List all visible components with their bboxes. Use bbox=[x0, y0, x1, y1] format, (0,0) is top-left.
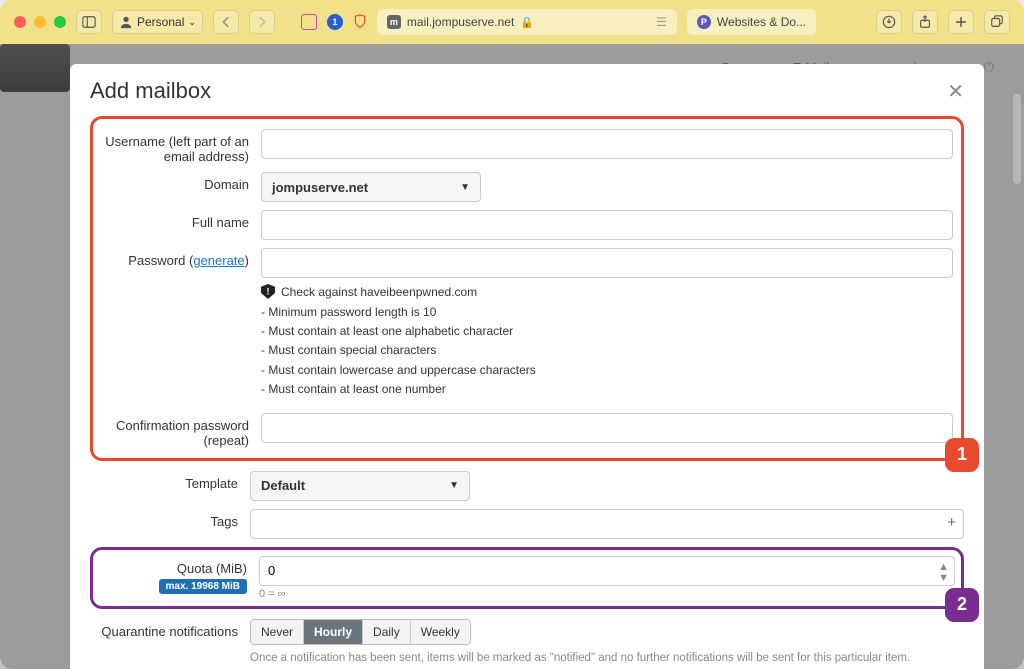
bookmark-favicon: P bbox=[697, 15, 711, 29]
tabs-button[interactable] bbox=[984, 10, 1010, 34]
reader-icon[interactable]: ☰ bbox=[656, 15, 667, 29]
hibp-hint: Check against haveibeenpwned.com bbox=[281, 285, 477, 299]
page-content: System E-Mail apps jompuserve ⏻ Add mail… bbox=[0, 44, 1024, 669]
template-select[interactable]: Default ▼ bbox=[250, 471, 470, 501]
annotation-callout-2: Quota (MiB) max. 19968 MiB ▲▼ 0 = ∞ 2 bbox=[90, 547, 964, 609]
annotation-callout-1: Username (left part of an email address)… bbox=[90, 116, 964, 461]
scrollbar-thumb[interactable] bbox=[1013, 94, 1021, 184]
address-bar[interactable]: m mail.jompuserve.net 🔒 ☰ bbox=[377, 9, 677, 35]
url-text: mail.jompuserve.net bbox=[407, 15, 514, 29]
annotation-badge-1: 1 bbox=[945, 438, 979, 472]
quarantine-frequency-segment: Never Hourly Daily Weekly bbox=[250, 619, 471, 645]
page-scrollbar[interactable] bbox=[1011, 94, 1021, 659]
tags-label: Tags bbox=[90, 509, 250, 539]
share-button[interactable] bbox=[912, 10, 938, 34]
quarantine-daily-button[interactable]: Daily bbox=[363, 620, 411, 644]
quota-input[interactable] bbox=[259, 556, 955, 586]
template-label: Template bbox=[90, 471, 250, 501]
quarantine-notif-label: Quarantine notifications bbox=[90, 619, 250, 666]
chevron-down-icon: ▼ bbox=[460, 182, 470, 193]
sidebar-toggle-button[interactable] bbox=[76, 10, 102, 34]
tags-input[interactable] bbox=[250, 509, 964, 539]
quarantine-never-button[interactable]: Never bbox=[251, 620, 304, 644]
window-controls bbox=[14, 16, 66, 28]
annotation-badge-2: 2 bbox=[945, 588, 979, 622]
fullname-label: Full name bbox=[101, 210, 261, 240]
domain-select[interactable]: jompuserve.net ▼ bbox=[261, 172, 481, 202]
username-input[interactable] bbox=[261, 129, 953, 159]
confirm-password-input[interactable] bbox=[261, 413, 953, 443]
browser-window: Personal ⌄ 1 m mail.jompuserve.net 🔒 ☰ P… bbox=[0, 0, 1024, 669]
quarantine-weekly-button[interactable]: Weekly bbox=[411, 620, 470, 644]
chevron-down-icon: ▼ bbox=[449, 480, 459, 491]
password-input[interactable] bbox=[261, 248, 953, 278]
shield-icon bbox=[261, 284, 275, 299]
close-icon[interactable]: ✕ bbox=[947, 79, 964, 104]
quarantine-hourly-button[interactable]: Hourly bbox=[304, 620, 363, 644]
minimize-window-button[interactable] bbox=[34, 16, 46, 28]
close-window-button[interactable] bbox=[14, 16, 26, 28]
quota-stepper[interactable]: ▲▼ bbox=[938, 562, 949, 584]
password-rules: - Minimum password length is 10 - Must c… bbox=[261, 303, 953, 399]
bookmark-chip[interactable]: P Websites & Do... bbox=[687, 9, 816, 35]
domain-label: Domain bbox=[101, 172, 261, 202]
extension-icon[interactable] bbox=[301, 14, 317, 30]
site-favicon: m bbox=[387, 15, 401, 29]
profile-button[interactable]: Personal ⌄ bbox=[112, 10, 203, 34]
profile-label: Personal bbox=[137, 15, 184, 29]
quota-hint: 0 = ∞ bbox=[259, 588, 955, 600]
modal-title: Add mailbox bbox=[90, 78, 211, 104]
back-button[interactable] bbox=[213, 10, 239, 34]
downloads-button[interactable] bbox=[876, 10, 902, 34]
username-label: Username (left part of an email address) bbox=[101, 129, 261, 164]
add-tag-icon[interactable]: + bbox=[947, 514, 956, 531]
quarantine-help: Once a notification has been sent, items… bbox=[250, 650, 964, 666]
new-tab-button[interactable] bbox=[948, 10, 974, 34]
forward-button[interactable] bbox=[249, 10, 275, 34]
add-mailbox-modal: Add mailbox ✕ Username (left part of an … bbox=[70, 64, 984, 669]
titlebar: Personal ⌄ 1 m mail.jompuserve.net 🔒 ☰ P… bbox=[0, 0, 1024, 44]
lock-icon: 🔒 bbox=[520, 16, 534, 29]
quota-max-badge: max. 19968 MiB bbox=[159, 579, 248, 594]
quota-label: Quota (MiB) max. 19968 MiB bbox=[99, 556, 259, 600]
onepassword-icon[interactable]: 1 bbox=[327, 14, 343, 30]
confirm-password-label: Confirmation password (repeat) bbox=[101, 413, 261, 448]
maximize-window-button[interactable] bbox=[54, 16, 66, 28]
password-label: Password (generate) bbox=[101, 248, 261, 405]
brave-shield-icon[interactable] bbox=[353, 14, 367, 31]
bookmark-label: Websites & Do... bbox=[717, 15, 806, 29]
fullname-input[interactable] bbox=[261, 210, 953, 240]
generate-password-link[interactable]: generate bbox=[193, 253, 244, 268]
